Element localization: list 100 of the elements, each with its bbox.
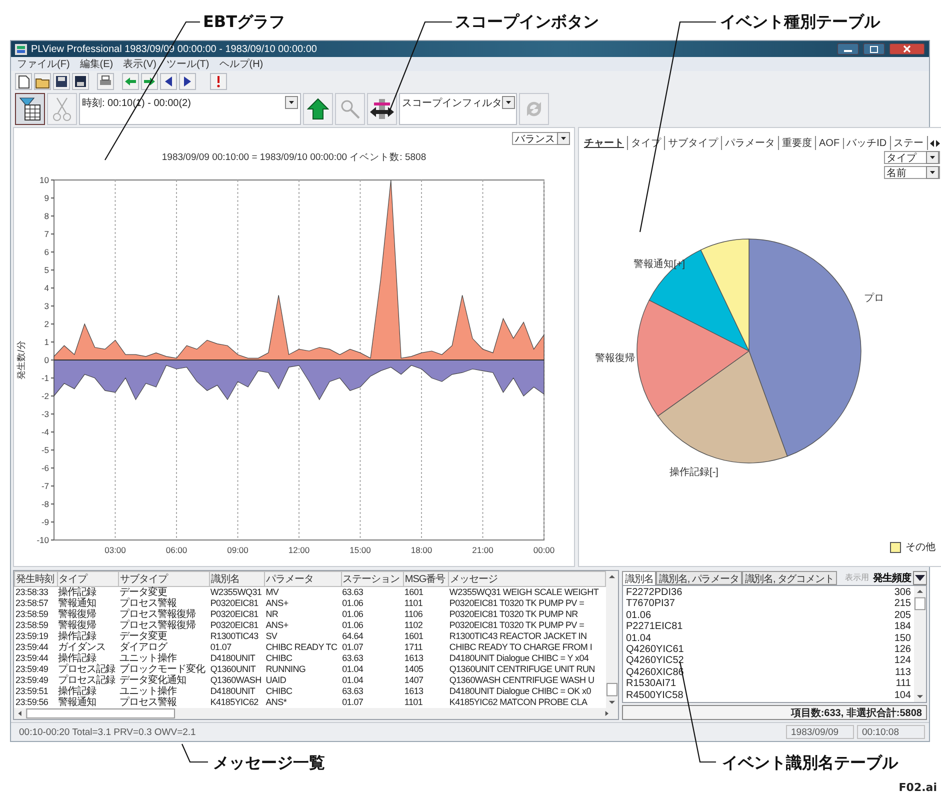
- table-cell: 操作記録: [57, 653, 118, 664]
- identifier-name[interactable]: P2271EIC81: [626, 621, 683, 633]
- occurrence-count: 104: [894, 690, 911, 702]
- close-button[interactable]: [889, 43, 925, 55]
- mode-select[interactable]: バランス: [512, 132, 570, 145]
- table-cell-text: Q1360UNIT CENTRIFUGE UNIT RUN: [448, 664, 596, 675]
- table-cell-text: 1101: [403, 598, 424, 609]
- right-triangle-button[interactable]: [179, 72, 196, 90]
- table-cell-text: プロセス記録: [57, 664, 116, 675]
- y-tick-label: 6: [44, 247, 49, 257]
- vertical-scrollbar[interactable]: [606, 571, 618, 708]
- table-cell-text: 23:58:59: [14, 620, 50, 631]
- vertical-scrollbar[interactable]: [914, 586, 926, 702]
- column-header[interactable]: 発生時刻: [14, 572, 58, 586]
- column-header[interactable]: サブタイプ: [118, 572, 210, 586]
- table-cell-text: 操作記録: [57, 631, 98, 642]
- slice-label: プロ: [864, 293, 884, 304]
- menu-item[interactable]: ツール(T): [166, 57, 210, 71]
- horizontal-scrollbar[interactable]: [14, 708, 618, 719]
- left-triangle-button[interactable]: [160, 72, 177, 90]
- table-cell: 23:58:33: [14, 586, 58, 598]
- table-cell-text: 23:59:44: [14, 653, 50, 664]
- callout-label: イベント識別名テーブル: [722, 753, 898, 774]
- maximize-button[interactable]: [863, 43, 885, 55]
- y-tick-label: -6: [41, 463, 49, 473]
- tab[interactable]: 重要度: [779, 136, 816, 150]
- sort-menu-button[interactable]: [913, 570, 927, 584]
- slice-label: 警報復帰: [595, 353, 635, 364]
- table-cell-text: SV: [264, 631, 278, 642]
- right-arrow-button[interactable]: [141, 72, 158, 90]
- menu-item[interactable]: ファイル(F): [17, 57, 70, 71]
- tab[interactable]: AOF: [816, 138, 844, 148]
- status-text: 1983/09/09: [786, 725, 854, 739]
- table-cell-text: Q1360WASH CENTRIFUGE WASH U: [448, 675, 596, 686]
- identifier-name[interactable]: Q4260YIC61: [626, 644, 684, 656]
- menu-item[interactable]: 表示(V): [123, 57, 156, 71]
- minimize-button[interactable]: [837, 43, 859, 55]
- table-cell: ダイアログ: [118, 642, 210, 653]
- sort-button[interactable]: 発生頻度: [871, 570, 913, 584]
- table-cell: ユニット操作: [118, 653, 210, 664]
- sort-select[interactable]: 名前: [884, 166, 940, 179]
- table-cell-text: 警報通知: [57, 598, 98, 609]
- tab[interactable]: 識別名, パラメータ: [656, 570, 742, 584]
- table-cell-text: プロセス警報復帰: [118, 609, 196, 620]
- tab[interactable]: パラメータ: [722, 136, 779, 150]
- occurrence-count: 150: [894, 632, 911, 644]
- callout-label: イベント種別テーブル: [720, 12, 880, 33]
- table-cell-text: データ変化通知: [118, 675, 187, 686]
- identifier-name[interactable]: F2272PDI36: [626, 587, 682, 598]
- table-cell-text: 23:59:19: [14, 631, 50, 642]
- status-text: 00:10-00:20 Total=3.1 PRV=0.3 OWV=2.1: [18, 726, 197, 738]
- menu-item[interactable]: ヘルプ(H): [219, 57, 264, 71]
- y-tick-label: -8: [41, 499, 49, 509]
- column-header[interactable]: 識別名: [209, 572, 265, 586]
- exclamation-button[interactable]: [210, 72, 227, 90]
- new-file-button[interactable]: [15, 72, 32, 90]
- scope-filter-select[interactable]: スコープインフィルタ: [399, 93, 517, 125]
- table-cell-text: 63.63: [341, 653, 364, 664]
- identifier-name[interactable]: 01.06: [626, 610, 652, 622]
- tab[interactable]: チャート: [581, 136, 628, 150]
- table-view-button[interactable]: [15, 93, 45, 125]
- column-header[interactable]: ステーション: [341, 572, 404, 586]
- app-icon: [15, 44, 27, 54]
- table-cell-text: R1300TIC43: [209, 631, 260, 642]
- table-cell-text: K4185YIC62 MATCON PROBE CLA: [448, 697, 588, 708]
- up-arrow-icon: [307, 98, 329, 120]
- table-cell-text: P0320EIC81 T0320 TK PUMP PV =: [448, 598, 586, 609]
- open-folder-button[interactable]: [34, 72, 51, 90]
- table-cell-text: ANS*: [264, 697, 288, 708]
- scope-in-button[interactable]: [367, 93, 397, 125]
- table-cell-text: 23:59:51: [14, 686, 50, 697]
- column-header[interactable]: タイプ: [57, 572, 118, 586]
- identifier-name[interactable]: R1530AI71: [626, 678, 676, 690]
- save-button[interactable]: [53, 72, 70, 90]
- tab[interactable]: 識別名: [622, 570, 656, 584]
- identifier-name[interactable]: T7670PI37: [626, 598, 675, 610]
- table-cell-text: 01.07: [341, 697, 364, 708]
- tab[interactable]: 識別名, タグコメント: [742, 570, 837, 584]
- y-tick-label: 4: [44, 283, 49, 293]
- y-tick-label: -7: [41, 481, 49, 491]
- column-header[interactable]: メッセージ: [448, 572, 606, 586]
- occurrence-count: 111: [896, 678, 911, 690]
- identifier-name[interactable]: 01.04: [626, 632, 652, 644]
- group-select[interactable]: タイプ: [884, 151, 940, 164]
- column-header[interactable]: MSG番号: [403, 572, 448, 586]
- save-as-button[interactable]: [72, 72, 89, 90]
- scroll-up-button[interactable]: [303, 93, 333, 125]
- identifier-name[interactable]: R4500YIC58: [626, 690, 684, 702]
- occurrence-count: 124: [894, 655, 911, 667]
- identifier-name[interactable]: Q4260YIC52: [626, 655, 684, 667]
- tab[interactable]: バッチID: [844, 136, 891, 150]
- table-cell-text: UAID: [264, 675, 288, 686]
- printer-button[interactable]: [97, 72, 114, 90]
- table-cell-text: 23:59:49: [14, 664, 50, 675]
- x-tick-label: 03:00: [104, 545, 126, 555]
- column-header[interactable]: パラメータ: [264, 572, 342, 586]
- tab[interactable]: サブタイプ: [665, 136, 722, 150]
- table-cell-text: 23:59:56: [14, 697, 50, 708]
- scissors-icon: [52, 96, 72, 122]
- menu-item[interactable]: 編集(E): [80, 57, 114, 71]
